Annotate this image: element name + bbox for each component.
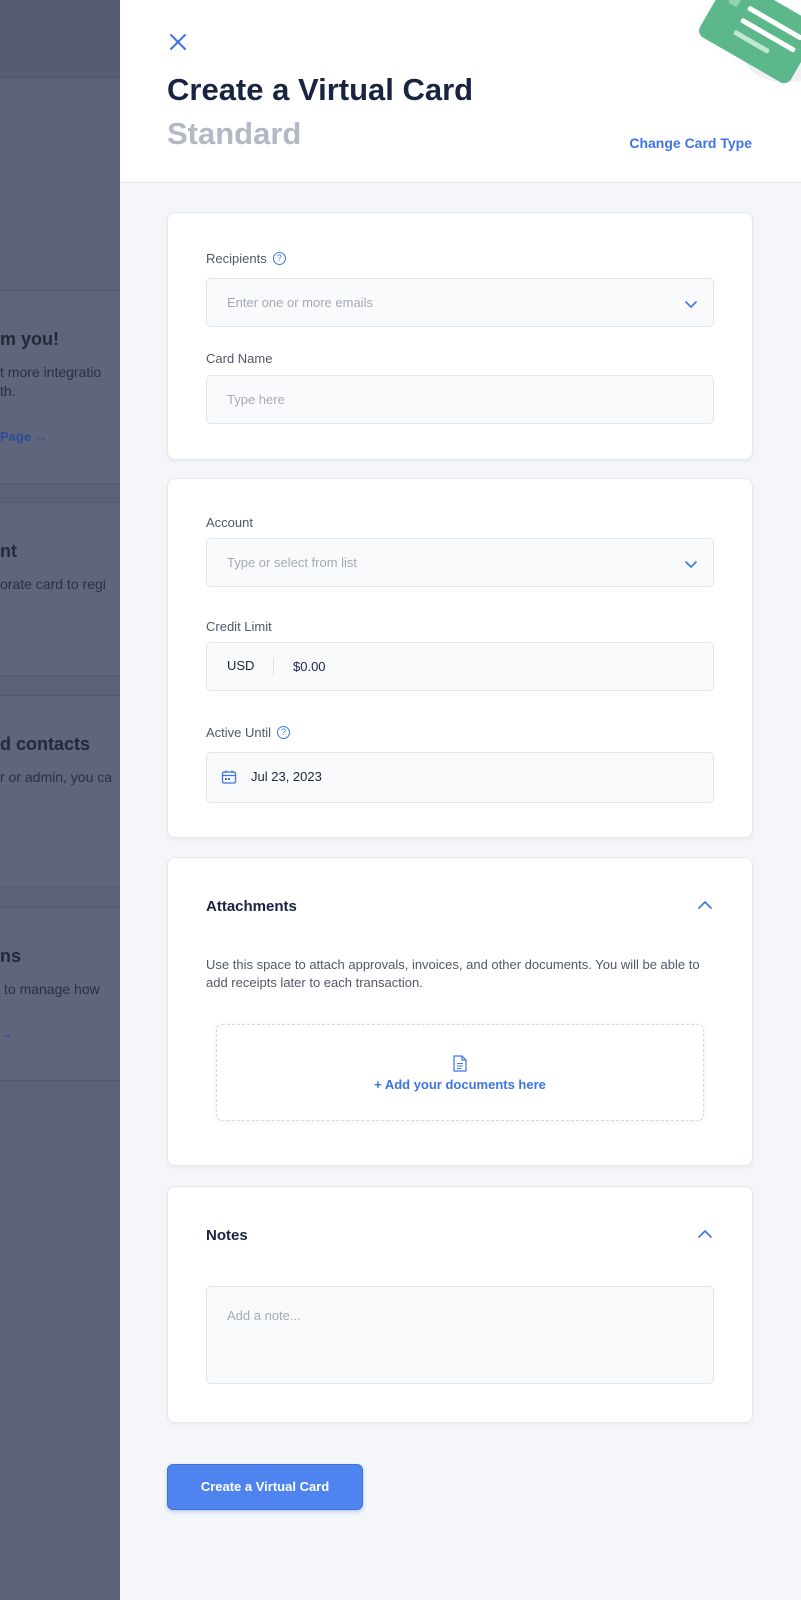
chevron-down-icon[interactable] [683,556,699,572]
card-details-panel: Recipients ? Enter one or more emails Ca… [167,212,753,460]
close-icon[interactable] [164,28,192,56]
change-card-type-link[interactable]: Change Card Type [629,135,752,151]
credit-limit-value: $0.00 [293,659,326,674]
chevron-down-icon[interactable] [683,296,699,312]
create-virtual-card-button[interactable]: Create a Virtual Card [167,1464,363,1510]
background-page: m you! t more integratio th. Page → nt o… [0,0,120,1600]
credit-limit-input[interactable]: USD $0.00 [206,642,714,691]
close-button[interactable] [164,28,192,56]
currency-selector[interactable]: USD [227,658,254,673]
active-until-label-text: Active Until [206,725,272,740]
document-icon [453,1055,467,1072]
chevron-up-icon[interactable] [696,1225,714,1243]
card-name-input[interactable]: Type here [206,375,714,424]
background-card: nt orate card to regi [0,502,120,676]
notes-textarea[interactable]: Add a note... [206,1286,714,1384]
create-virtual-card-drawer: Create a Virtual Card Standard Change Ca… [120,0,801,1600]
background-card-link: → [0,1026,13,1041]
background-card: d contacts r or admin, you ca [0,695,120,887]
card-illustration-icon [699,0,801,84]
background-card-heading: ns [0,946,22,966]
background-card-link: Page → [0,429,48,444]
card-type-subtitle: Standard [167,116,302,151]
document-dropzone[interactable]: + Add your documents here [216,1024,704,1121]
background-topbar [0,0,120,78]
card-name-label: Card Name [206,351,273,366]
card-limits-panel: Account Type or select from list Credit … [167,478,753,838]
background-card: ns to manage how → [0,907,120,1081]
background-card-text: to manage how [4,981,100,997]
background-card-heading: m you! [0,329,60,349]
recipients-placeholder: Enter one or more emails [227,295,373,310]
chevron-up-icon[interactable] [696,896,714,914]
help-icon[interactable]: ? [272,252,286,265]
attachments-description: Use this space to attach approvals, invo… [206,957,700,990]
background-card-text: th. [0,383,16,399]
background-card-text: r or admin, you ca [0,769,113,785]
help-icon[interactable]: ? [277,726,291,739]
card-name-placeholder: Type here [227,392,285,407]
credit-limit-label: Credit Limit [206,619,272,634]
account-placeholder: Type or select from list [227,555,358,570]
page-title: Create a Virtual Card [167,72,474,107]
attachments-panel: Attachments Use this space to attach app… [167,857,753,1166]
currency-divider [273,658,274,676]
background-card: m you! t more integratio th. Page → [0,290,120,484]
active-until-label: Active Until ? [206,725,291,740]
background-card-text: t more integratio [0,364,102,380]
recipients-label-text: Recipients [206,251,267,266]
drawer-header: Create a Virtual Card Standard Change Ca… [120,0,801,183]
recipients-label: Recipients ? [206,251,286,266]
attachments-title: Attachments [206,898,297,915]
notes-panel: Notes Add a note... [167,1186,753,1423]
calendar-icon[interactable] [221,769,237,785]
active-until-value: Jul 23, 2023 [251,769,322,784]
account-select[interactable]: Type or select from list [206,538,714,587]
notes-title: Notes [206,1227,248,1244]
background-card-heading: d contacts [0,734,91,754]
notes-placeholder: Add a note... [227,1308,301,1323]
active-until-date-picker[interactable]: Jul 23, 2023 [206,752,714,803]
background-card-text: orate card to regi [0,576,106,592]
account-label: Account [206,515,253,530]
add-documents-link[interactable]: + Add your documents here [217,1077,703,1092]
recipients-input[interactable]: Enter one or more emails [206,278,714,327]
background-card-heading: nt [0,541,17,561]
